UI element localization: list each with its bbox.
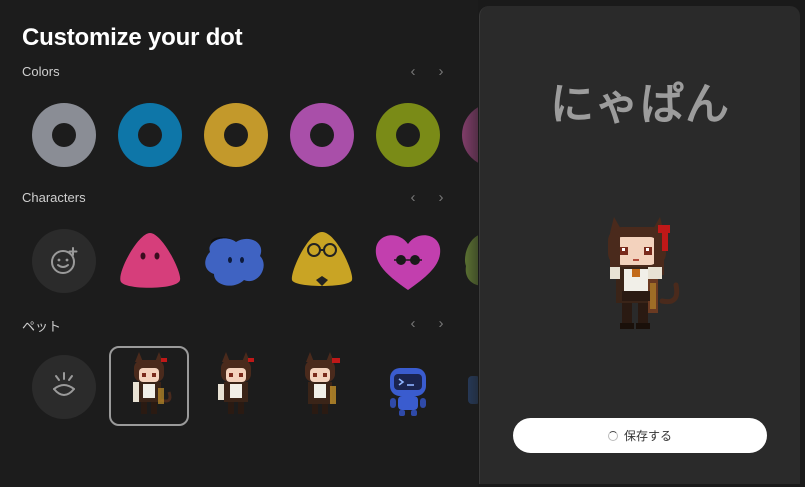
- cat-girl-pixel-icon: [305, 352, 340, 414]
- pets-row: [0, 346, 478, 426]
- characters-prev-icon[interactable]: ‹: [405, 190, 421, 206]
- characters-row: [0, 220, 478, 300]
- pet-cat-girl-1[interactable]: [109, 346, 189, 426]
- characters-section-label: Characters: [22, 190, 86, 205]
- character-yellow-blob[interactable]: [282, 220, 362, 300]
- pet-partial[interactable]: [454, 346, 478, 426]
- pets-prev-icon[interactable]: ‹: [405, 316, 421, 332]
- colors-next-icon[interactable]: ›: [433, 64, 449, 80]
- green-blob-icon: [465, 235, 478, 286]
- color-swatch-olive[interactable]: [376, 103, 440, 167]
- pet-partial-icon: [468, 376, 478, 404]
- customize-panel: Customize your dot Colors ‹ › Characters…: [0, 0, 478, 487]
- colors-prev-icon[interactable]: ‹: [405, 64, 421, 80]
- add-character-button[interactable]: [32, 229, 96, 293]
- save-button[interactable]: 保存する: [513, 418, 767, 453]
- page-title: Customize your dot: [22, 24, 243, 51]
- preview-name: にゃぱん: [550, 80, 730, 129]
- preview-character: [596, 211, 686, 336]
- yellow-blob-icon: [291, 232, 353, 286]
- save-button-label: 保存する: [623, 429, 672, 443]
- cat-girl-pixel-icon: [133, 352, 172, 414]
- color-swatch-pink[interactable]: [462, 103, 478, 167]
- panel-notch: [602, 6, 742, 10]
- cat-girl-preview-icon: [608, 217, 680, 329]
- color-swatch-purple[interactable]: [290, 103, 354, 167]
- color-swatch-gray[interactable]: [32, 103, 96, 167]
- color-swatch-gold[interactable]: [204, 103, 268, 167]
- pet-cat-girl-2[interactable]: [196, 346, 276, 426]
- pet-blue-robot[interactable]: [368, 346, 448, 426]
- robot-icon: [390, 368, 426, 416]
- smiley-plus-icon: [51, 247, 78, 274]
- character-green-blob[interactable]: [454, 220, 478, 300]
- pet-cat-girl-3[interactable]: [282, 346, 362, 426]
- characters-next-icon[interactable]: ›: [433, 190, 449, 206]
- character-blue-blob[interactable]: [196, 220, 276, 300]
- pink-blob-icon: [120, 233, 181, 288]
- sparkle-face-icon: [53, 372, 75, 396]
- colors-section-label: Colors: [22, 64, 60, 79]
- pets-section-label: ペット: [22, 319, 62, 334]
- character-magenta-heart[interactable]: [368, 220, 448, 300]
- cat-girl-pixel-icon: [218, 352, 254, 414]
- loading-spinner-icon: [607, 430, 618, 441]
- heart-character-icon: [375, 235, 441, 290]
- add-pet-button[interactable]: [32, 355, 96, 419]
- color-swatch-blue[interactable]: [118, 103, 182, 167]
- preview-panel: にゃぱん 保存する: [479, 6, 800, 484]
- pets-next-icon[interactable]: ›: [433, 316, 449, 332]
- character-pink-blob[interactable]: [110, 220, 190, 300]
- colors-row: [0, 103, 478, 183]
- blue-blob-icon: [205, 237, 264, 286]
